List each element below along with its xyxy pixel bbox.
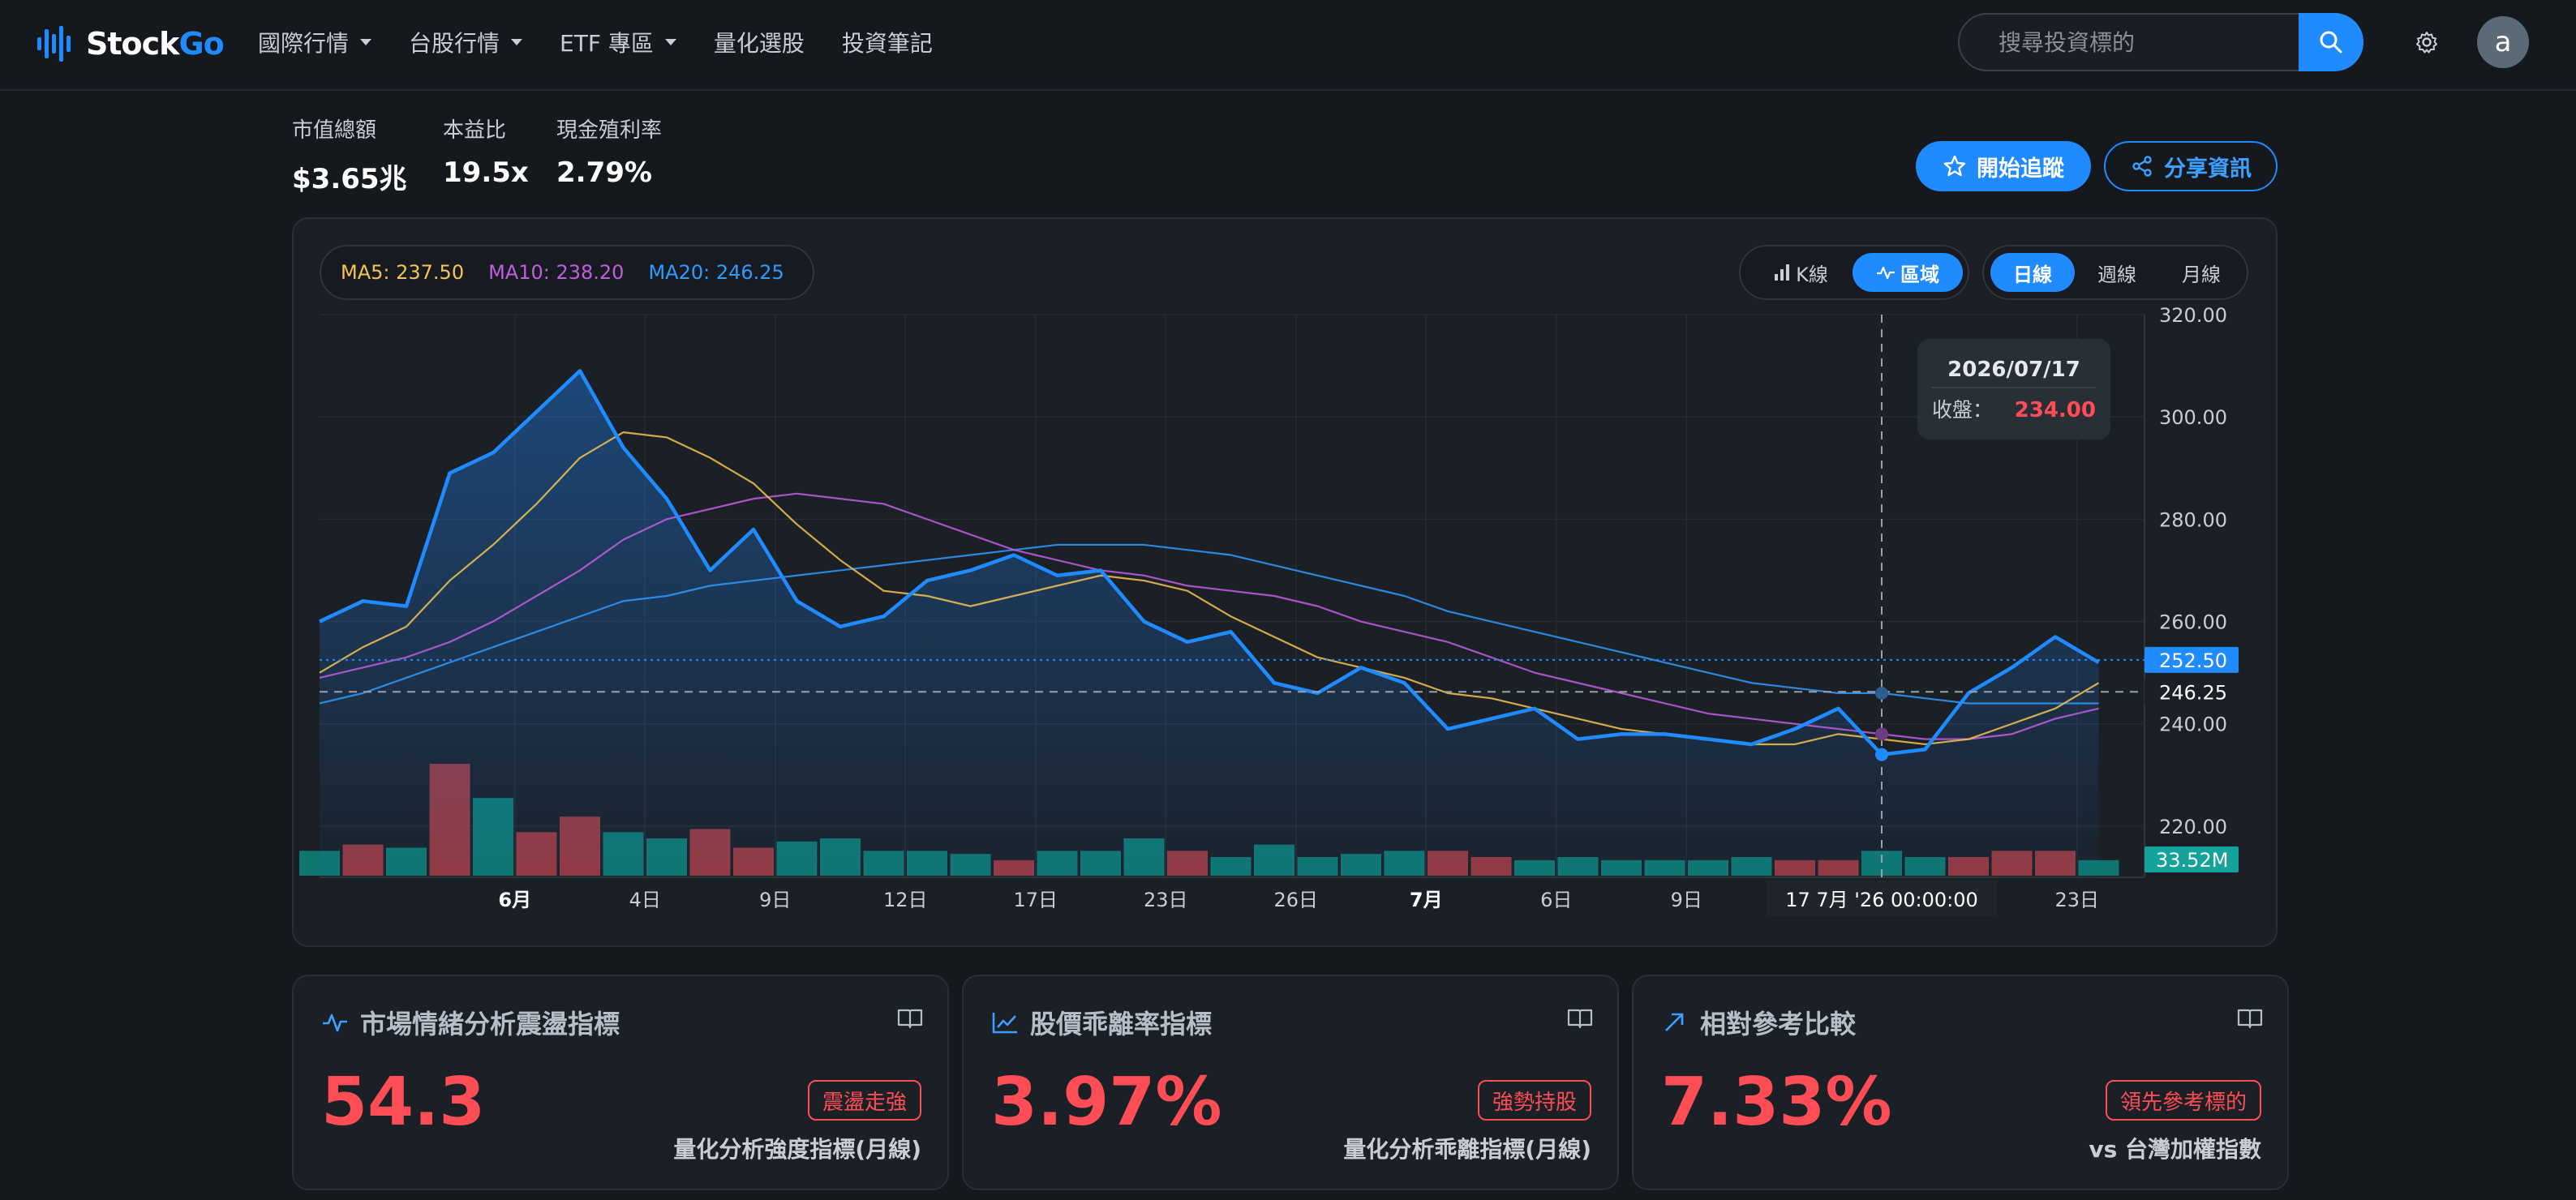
y-tick-label: 260.00 bbox=[2159, 611, 2227, 634]
line-chart-icon bbox=[992, 1013, 1017, 1034]
volume-label: 33.52M bbox=[2156, 849, 2228, 872]
book-icon[interactable] bbox=[2237, 1007, 2263, 1030]
crosshair-x-label: 17 7月 '26 00:00:00 bbox=[1785, 889, 1978, 911]
book-icon[interactable] bbox=[1567, 1007, 1593, 1030]
card-sentiment: 市場情緒分析震盪指標 54.3 震盪走強 量化分析強度指標(月線) bbox=[292, 975, 949, 1190]
x-tick-label: 6月 bbox=[498, 889, 531, 911]
last-price-label: 252.50 bbox=[2159, 649, 2227, 672]
x-tick-label: 7月 bbox=[1410, 889, 1443, 911]
x-tick-label: 6日 bbox=[1540, 889, 1572, 911]
x-tick-label: 9日 bbox=[759, 889, 791, 911]
card-value: 3.97% bbox=[991, 1064, 1222, 1141]
x-tick-label: 23日 bbox=[2054, 889, 2099, 911]
y-tick-label: 280.00 bbox=[2159, 508, 2227, 531]
x-tick-label: 17日 bbox=[1013, 889, 1058, 911]
card-subtitle: vs 台灣加權指數 bbox=[2089, 1136, 2261, 1163]
x-tick-label: 26日 bbox=[1273, 889, 1318, 911]
tooltip-box bbox=[1917, 339, 2110, 439]
status-badge: 震盪走強 bbox=[807, 1080, 921, 1121]
x-tick-label: 4日 bbox=[629, 889, 661, 911]
price-chart[interactable]: 320.00 300.00 280.00 260.00 240.00 220.00 252.… bbox=[0, 0, 2576, 957]
tooltip-value: 234.00 bbox=[2015, 398, 2096, 422]
arrow-up-right-icon bbox=[1665, 1013, 1684, 1031]
status-badge: 強勢持股 bbox=[1477, 1080, 1591, 1121]
x-tick-label: 23日 bbox=[1144, 889, 1188, 911]
pulse-icon bbox=[323, 1014, 347, 1032]
card-relative-comparison: 相對參考比較 7.33% 領先參考標的 vs 台灣加權指數 bbox=[1632, 975, 2289, 1190]
price-area bbox=[320, 371, 2099, 877]
card-title: 相對參考比較 bbox=[1661, 1004, 1856, 1041]
card-subtitle: 量化分析強度指標(月線) bbox=[673, 1136, 921, 1163]
ma10-point bbox=[1875, 727, 1888, 741]
card-subtitle: 量化分析乖離指標(月線) bbox=[1343, 1136, 1591, 1163]
y-tick-label: 240.00 bbox=[2159, 714, 2227, 736]
book-icon[interactable] bbox=[897, 1007, 923, 1030]
card-value: 7.33% bbox=[1661, 1064, 1892, 1141]
y-tick-label: 320.00 bbox=[2159, 304, 2227, 327]
card-title: 市場情緒分析震盪指標 bbox=[321, 1004, 620, 1041]
y-tick-label: 220.00 bbox=[2159, 816, 2227, 838]
crosshair-y-label: 246.25 bbox=[2159, 681, 2227, 704]
tooltip-date: 2026/07/17 bbox=[1947, 358, 2080, 382]
x-tick-label: 12日 bbox=[883, 889, 928, 911]
y-tick-label: 300.00 bbox=[2159, 406, 2227, 429]
card-bias-ratio: 股價乖離率指標 3.97% 強勢持股 量化分析乖離指標(月線) bbox=[962, 975, 1619, 1190]
status-badge: 領先參考標的 bbox=[2105, 1080, 2261, 1121]
ma20-point bbox=[1875, 686, 1888, 700]
card-value: 54.3 bbox=[321, 1064, 486, 1141]
x-tick-label: 9日 bbox=[1671, 889, 1702, 911]
card-title: 股價乖離率指標 bbox=[991, 1004, 1212, 1041]
price-point bbox=[1875, 748, 1888, 761]
tooltip-label: 收盤： bbox=[1932, 398, 1993, 422]
